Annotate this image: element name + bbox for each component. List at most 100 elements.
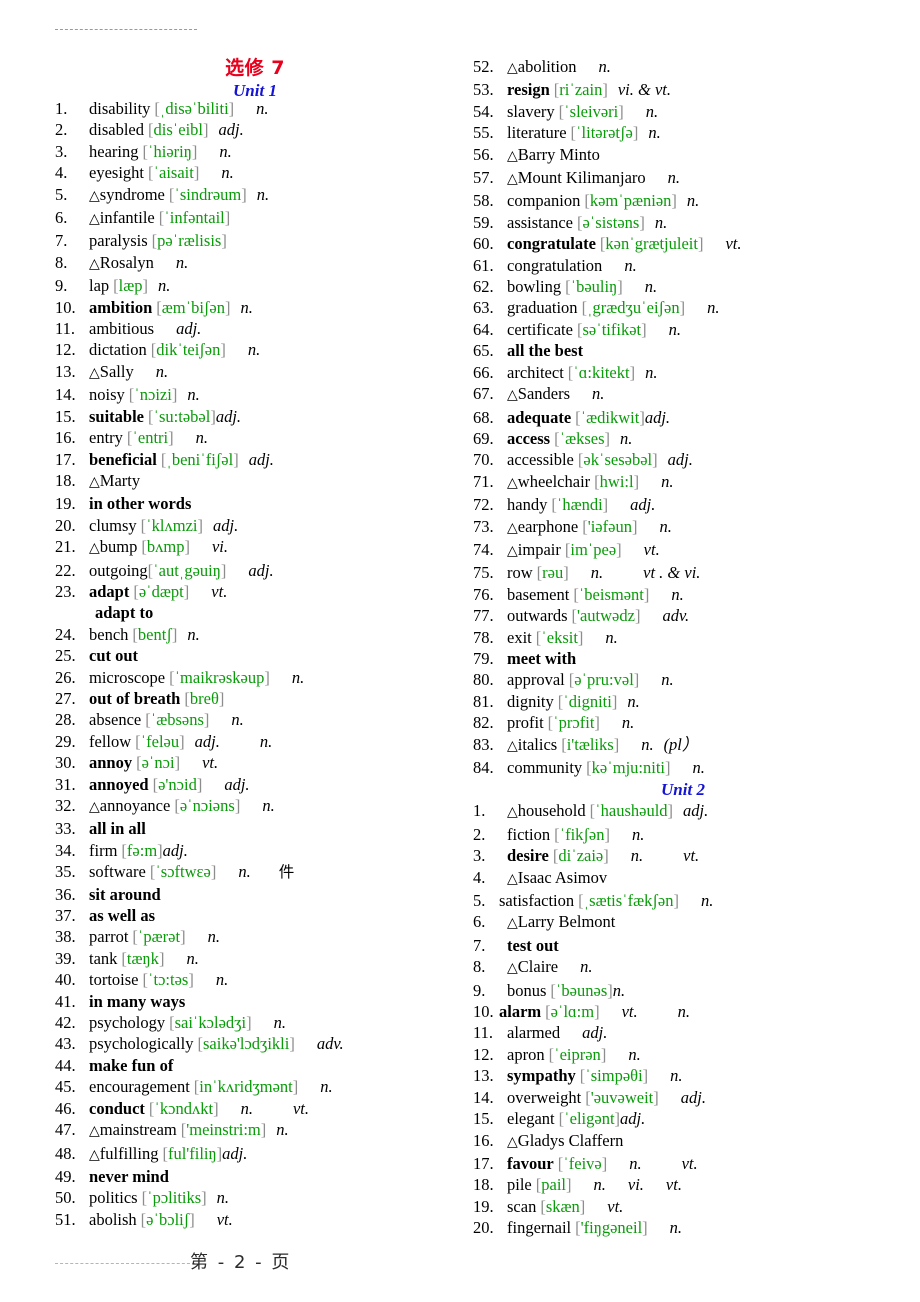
entry-word: firm bbox=[89, 840, 118, 860]
phonetic-transcription: [fə:m] bbox=[121, 840, 163, 860]
part-of-speech: n. bbox=[187, 385, 200, 405]
vocabulary-entry: 32. △annoyance [əˈnɔiəns] n. bbox=[55, 795, 455, 818]
entry-word: encouragement bbox=[89, 1077, 190, 1097]
vocabulary-entry: 14. noisy [ˈnɔizi] n. bbox=[55, 384, 455, 405]
entry-number: 19. bbox=[55, 494, 76, 514]
phonetic-transcription: [i'tæliks] bbox=[561, 734, 620, 754]
triangle-marker-icon: △ bbox=[507, 1134, 518, 1150]
part-of-speech: vi. bbox=[627, 1175, 644, 1195]
entry-number: 14. bbox=[55, 385, 76, 405]
vocabulary-entry: 6. △infantile [ˈinfəntail] bbox=[55, 207, 455, 230]
entry-number: 6. bbox=[55, 208, 68, 228]
entry-word: adapt bbox=[89, 581, 130, 601]
phonetic-transcription: [ˈækses] bbox=[554, 428, 610, 448]
phonetic-transcription: [ˈbəuliŋ] bbox=[565, 277, 623, 297]
entry-word: disabled bbox=[89, 120, 144, 140]
phonetic-transcription: [ˈprɔfit] bbox=[547, 713, 600, 733]
vocabulary-entry: 2. disabled [disˈeibl] adj. bbox=[55, 119, 455, 140]
phonetic-transcription: [əˈlɑ:m] bbox=[545, 1002, 600, 1022]
entry-word: noisy bbox=[89, 385, 125, 405]
entry-number: 55. bbox=[473, 123, 494, 143]
phonetic-transcription: ['autwədz] bbox=[571, 606, 641, 626]
entry-word: alarmed bbox=[507, 1023, 561, 1043]
entry-body: adequate [ˈædikwit]adj. bbox=[507, 407, 670, 428]
entry-body: fellow [ˈfeləu] adj. n. bbox=[89, 731, 272, 752]
part-of-speech: adj. bbox=[680, 1087, 706, 1107]
vocabulary-entry: 31. annoyed [ə'nɔid] adj. bbox=[55, 774, 455, 795]
vocabulary-entry: 20. fingernail ['fiŋgəneil] n. bbox=[473, 1217, 893, 1238]
phonetic-transcription: [əˈsistəns] bbox=[576, 212, 645, 232]
entry-word: accessible bbox=[507, 450, 574, 470]
entry-body: parrot [ˈpærət] n. bbox=[89, 926, 220, 947]
entry-number: 69. bbox=[473, 428, 494, 448]
vocabulary-entry: 47. △mainstream ['meinstri:m] n. bbox=[55, 1119, 455, 1142]
entry-word: dictation bbox=[89, 340, 147, 360]
entry-number: 48. bbox=[55, 1143, 76, 1163]
entry-number: 12. bbox=[55, 340, 76, 360]
vocabulary-entry: 15. suitable [ˈsu:təbəl]adj. bbox=[55, 406, 455, 427]
entry-body: outgoing[ˈautˌgəuiŋ] adj. bbox=[89, 560, 274, 581]
vocabulary-entry: 66. architect [ˈɑ:kitekt] n. bbox=[473, 362, 893, 383]
entry-word: congratulation bbox=[507, 255, 603, 275]
triangle-marker-icon: △ bbox=[89, 474, 100, 490]
entry-number: 19. bbox=[473, 1196, 494, 1216]
entry-number: 15. bbox=[55, 406, 76, 426]
part-of-speech: n. bbox=[661, 471, 674, 491]
part-of-speech: vt. bbox=[665, 1175, 682, 1195]
entry-word: companion bbox=[507, 191, 581, 211]
entry-word: parrot bbox=[89, 927, 129, 947]
part-of-speech: n. bbox=[605, 627, 618, 647]
part-of-speech: vt. bbox=[725, 234, 742, 254]
phonetic-transcription: [ˌgrædʒuˈeiʃən] bbox=[581, 298, 686, 318]
entry-body: △Sanders n. bbox=[507, 383, 604, 406]
vocabulary-entry: 65. all the best bbox=[473, 340, 893, 361]
part-of-speech: vt. bbox=[211, 581, 228, 601]
entry-word: Gladys Claffern bbox=[517, 1130, 624, 1150]
entry-body: alarmed adj. bbox=[507, 1022, 607, 1043]
phonetic-transcription: [saiˈkɔlədʒi] bbox=[169, 1013, 252, 1033]
entry-number: 34. bbox=[55, 840, 76, 860]
vocabulary-entry: 45. encouragement [inˈkʌridʒmənt] n. bbox=[55, 1076, 455, 1097]
entry-body: paralysis [pəˈrælisis] bbox=[89, 230, 227, 251]
phonetic-transcription: [ˈnɔizi] bbox=[128, 385, 178, 405]
entry-body: △household [ˈhaushəuld] adj. bbox=[507, 800, 708, 823]
part-of-speech: n. bbox=[641, 734, 654, 754]
part-of-speech: n. bbox=[648, 123, 661, 143]
part-of-speech: vi. bbox=[211, 537, 229, 557]
vocabulary-entry: 48. △fulfilling [ful'filiŋ]adj. bbox=[55, 1143, 455, 1166]
entry-number: 58. bbox=[473, 191, 494, 211]
entry-number: 35. bbox=[55, 862, 76, 882]
entry-number: 28. bbox=[55, 710, 76, 730]
vocabulary-entry: 80. approval [əˈpru:vəl] n. bbox=[473, 669, 893, 690]
entry-word: resign bbox=[507, 80, 550, 100]
vocabulary-entry: 39. tank [tæŋk] n. bbox=[55, 948, 455, 969]
vocabulary-entry: 11. alarmed adj. bbox=[473, 1022, 893, 1043]
entry-number: 61. bbox=[473, 255, 494, 275]
entry-word: all the best bbox=[507, 341, 584, 361]
triangle-marker-icon: △ bbox=[507, 61, 518, 76]
phonetic-transcription: [ˈtɔ:təs] bbox=[142, 970, 194, 990]
page-title: 选修 7 bbox=[225, 57, 285, 79]
entry-number: 40. bbox=[55, 970, 76, 990]
entry-number: 57. bbox=[473, 168, 494, 188]
entry-number: 54. bbox=[473, 101, 494, 121]
entry-body: fiction [ˈfikʃən] n. bbox=[507, 824, 644, 845]
vocabulary-entry: 81. dignity [ˈdigniti] n. bbox=[473, 691, 893, 712]
phonetic-transcription: [imˈpeə] bbox=[564, 539, 622, 559]
part-of-speech: adj. bbox=[213, 515, 239, 535]
vocabulary-entry: 12. apron [ˈeiprən] n. bbox=[473, 1044, 893, 1065]
entry-word: cut out bbox=[89, 646, 139, 666]
entry-body: assistance [əˈsistəns] n. bbox=[507, 212, 667, 233]
entry-body: △bump [bʌmp] vi. bbox=[89, 536, 228, 559]
entry-word: Rosalyn bbox=[99, 252, 154, 272]
entry-word: assistance bbox=[507, 212, 573, 232]
part-of-speech: n. bbox=[259, 731, 273, 751]
entry-word: apron bbox=[507, 1044, 545, 1064]
entry-word: beneficial bbox=[89, 449, 157, 469]
phonetic-transcription: [kəˈmju:niti] bbox=[586, 758, 671, 777]
entry-word: congratulate bbox=[507, 234, 596, 254]
entry-body: △italics [i'tæliks] n. (pl） bbox=[507, 734, 698, 757]
entry-word: Sanders bbox=[517, 384, 571, 404]
entry-body: sit around bbox=[89, 884, 161, 905]
phonetic-transcription: [saikə'lɔdʒikli] bbox=[197, 1034, 295, 1054]
